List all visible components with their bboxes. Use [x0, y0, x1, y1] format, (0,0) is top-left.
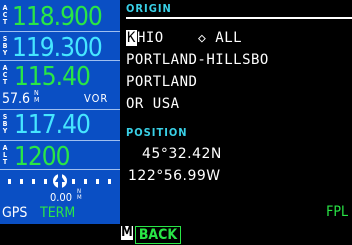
- waypoint-info-panel: ORIGIN KHIO ◇ ALL PORTLAND-HILLSBO PORTL…: [122, 0, 352, 224]
- waypoint-city: PORTLAND: [126, 74, 198, 90]
- nav-distance-row: 57.6 NM VOR: [0, 89, 120, 109]
- ident-cursor[interactable]: K: [126, 30, 137, 46]
- com-standby-frequency: 119.300: [12, 33, 103, 63]
- radio-status-panel: ACT 118.900 SBY 119.300 ACT 115.40 57.6 …: [0, 0, 120, 224]
- longitude: 122°56.99W: [128, 168, 221, 184]
- filter-label: ALL: [215, 30, 243, 46]
- cdi-deviation: 0.00: [50, 191, 73, 204]
- back-softkey[interactable]: BACK: [135, 226, 181, 244]
- latitude: 45°32.42N: [142, 146, 222, 162]
- waypoint-name: PORTLAND-HILLSBO: [126, 52, 269, 68]
- nav-active-cell[interactable]: ACT 115.40: [0, 61, 120, 92]
- ident-row[interactable]: KHIO: [126, 30, 164, 46]
- gps-screen: ACT 118.900 SBY 119.300 ACT 115.40 57.6 …: [0, 0, 352, 245]
- altitude-value: 1200: [14, 142, 71, 172]
- page-indicator: FPL: [326, 204, 348, 220]
- nm-unit: NM: [34, 89, 40, 104]
- com-standby-cell[interactable]: SBY 119.300: [0, 32, 120, 63]
- ident-rest: HIO: [136, 30, 164, 46]
- act-tag: ACT: [2, 64, 8, 86]
- header-rule: [126, 17, 352, 19]
- diamond-icon: ◇: [198, 31, 207, 46]
- sby-tag: SBY: [2, 35, 8, 57]
- nav-mode: VOR: [84, 92, 109, 105]
- sby-tag: SBY: [2, 113, 8, 135]
- origin-label: ORIGIN: [126, 2, 172, 15]
- com-active-frequency: 118.900: [12, 2, 103, 32]
- m-key[interactable]: M: [121, 226, 133, 240]
- act-tag: ACT: [2, 4, 8, 26]
- cdi-unit: NM: [77, 188, 82, 201]
- nav-standby-frequency: 117.40: [14, 110, 91, 140]
- nav-active-frequency: 115.40: [14, 62, 91, 92]
- filter-row[interactable]: ◇ ALL: [198, 30, 242, 47]
- cdi-cell: 0.00 NM: [0, 170, 120, 204]
- com-active-cell[interactable]: ACT 118.900: [0, 0, 120, 32]
- alt-tag: ALT: [2, 144, 8, 166]
- mode-label: TERM: [40, 205, 76, 221]
- waypoint-region: OR USA: [126, 96, 180, 112]
- position-label: POSITION: [126, 126, 188, 139]
- gps-label: GPS: [2, 205, 28, 221]
- nav-distance: 57.6: [2, 91, 31, 107]
- nav-standby-cell[interactable]: SBY 117.40: [0, 110, 120, 140]
- altitude-cell[interactable]: ALT 1200: [0, 141, 120, 172]
- cdi-scale-icon: [8, 172, 111, 190]
- gps-mode-row: GPS TERM: [0, 204, 120, 224]
